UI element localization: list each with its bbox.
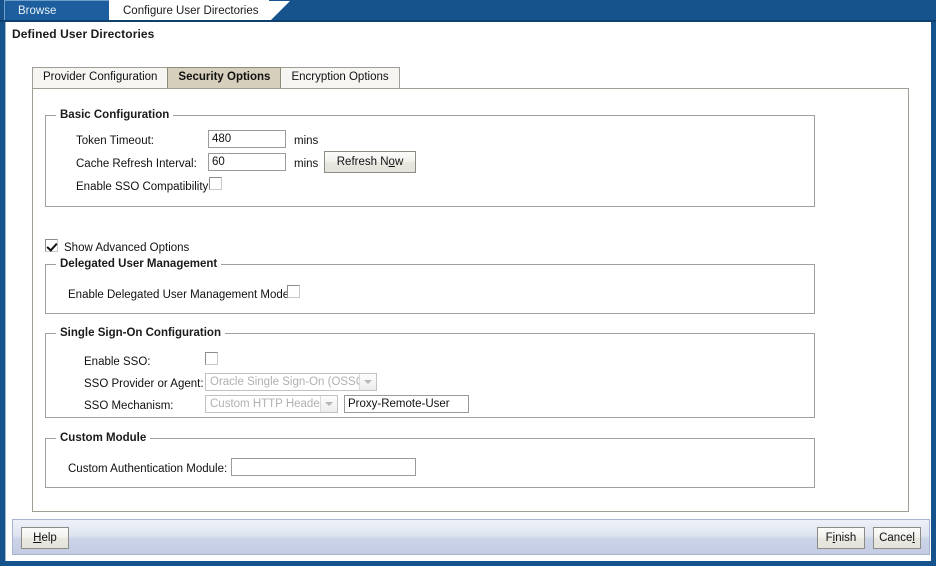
- enable-sso-label: Enable SSO:: [84, 356, 151, 368]
- custom-authentication-module-label: Custom Authentication Module:: [68, 463, 228, 475]
- cache-refresh-interval-label: Cache Refresh Interval:: [76, 158, 197, 170]
- basic-configuration-legend: Basic Configuration: [56, 109, 174, 121]
- settings-tab-row: Provider Configuration Security Options …: [32, 67, 909, 88]
- enable-sso-compatibility-checkbox[interactable]: [209, 177, 222, 190]
- window-body-inner: Defined User Directories Provider Config…: [5, 22, 931, 561]
- cancel-button[interactable]: Cancel: [873, 527, 921, 549]
- single-sign-on-legend: Single Sign-On Configuration: [56, 327, 225, 339]
- show-advanced-options-label: Show Advanced Options: [64, 242, 190, 254]
- sso-mechanism-value: Custom HTTP Header: [210, 398, 324, 410]
- custom-module-group: Custom Module Custom Authentication Modu…: [45, 432, 815, 488]
- tab-encryption-options[interactable]: Encryption Options: [280, 67, 400, 88]
- tab-security-options[interactable]: Security Options: [167, 67, 282, 88]
- sso-mechanism-label: SSO Mechanism:: [84, 400, 174, 412]
- page-title: Defined User Directories: [12, 27, 155, 41]
- delegated-user-management-legend: Delegated User Management: [56, 258, 222, 270]
- custom-module-legend: Custom Module: [56, 432, 151, 444]
- tab-encryption-options-label: Encryption Options: [291, 71, 389, 83]
- security-options-panel: Basic Configuration Token Timeout: mins …: [32, 88, 909, 512]
- show-advanced-options-checkbox[interactable]: [45, 239, 58, 252]
- cache-refresh-interval-unit: mins: [294, 158, 319, 170]
- window-tab-configure-user-directories-label: Configure User Directories: [123, 5, 259, 17]
- window-tab-configure-user-directories[interactable]: Configure User Directories: [109, 0, 290, 22]
- tab-provider-configuration-label: Provider Configuration: [43, 71, 158, 83]
- dialog-button-bar: Help Finish Cancel: [12, 519, 930, 555]
- sso-mechanism-select[interactable]: Custom HTTP Header: [205, 395, 338, 413]
- cache-refresh-interval-input[interactable]: [208, 153, 286, 171]
- sso-header-name-input[interactable]: [344, 395, 469, 413]
- window-tab-strip: Browse Configure User Directories: [0, 0, 936, 22]
- tab-slant-shape: [268, 1, 290, 22]
- configure-user-directories-window: Browse Configure User Directories Define…: [0, 0, 936, 566]
- token-timeout-unit: mins: [294, 135, 319, 147]
- delegated-user-management-group: Delegated User Management Enable Delegat…: [45, 258, 815, 314]
- sso-provider-select[interactable]: Oracle Single Sign-On (OSSO): [205, 373, 377, 391]
- help-button[interactable]: Help: [21, 527, 69, 549]
- enable-delegated-user-management-label: Enable Delegated User Management Mode:: [68, 289, 293, 301]
- sso-provider-label: SSO Provider or Agent:: [84, 378, 204, 390]
- token-timeout-label: Token Timeout:: [76, 135, 154, 147]
- tab-provider-configuration[interactable]: Provider Configuration: [32, 67, 169, 88]
- custom-authentication-module-input[interactable]: [231, 458, 416, 476]
- enable-sso-checkbox[interactable]: [205, 352, 218, 365]
- enable-delegated-user-management-checkbox[interactable]: [287, 285, 300, 298]
- sso-provider-value: Oracle Single Sign-On (OSSO): [210, 376, 369, 388]
- window-tab-browse-label: Browse: [18, 5, 57, 17]
- single-sign-on-group: Single Sign-On Configuration Enable SSO:…: [45, 327, 815, 418]
- refresh-now-button[interactable]: Refresh Now: [324, 151, 416, 173]
- basic-configuration-group: Basic Configuration Token Timeout: mins …: [45, 109, 815, 207]
- window-tab-browse[interactable]: Browse: [4, 0, 135, 22]
- chevron-down-icon: [320, 396, 337, 412]
- enable-sso-compatibility-label: Enable SSO Compatibility:: [76, 181, 212, 193]
- finish-button[interactable]: Finish: [817, 527, 865, 549]
- tab-security-options-label: Security Options: [178, 71, 271, 83]
- token-timeout-input[interactable]: [208, 130, 286, 148]
- window-body: Defined User Directories Provider Config…: [0, 22, 936, 566]
- chevron-down-icon: [359, 374, 376, 390]
